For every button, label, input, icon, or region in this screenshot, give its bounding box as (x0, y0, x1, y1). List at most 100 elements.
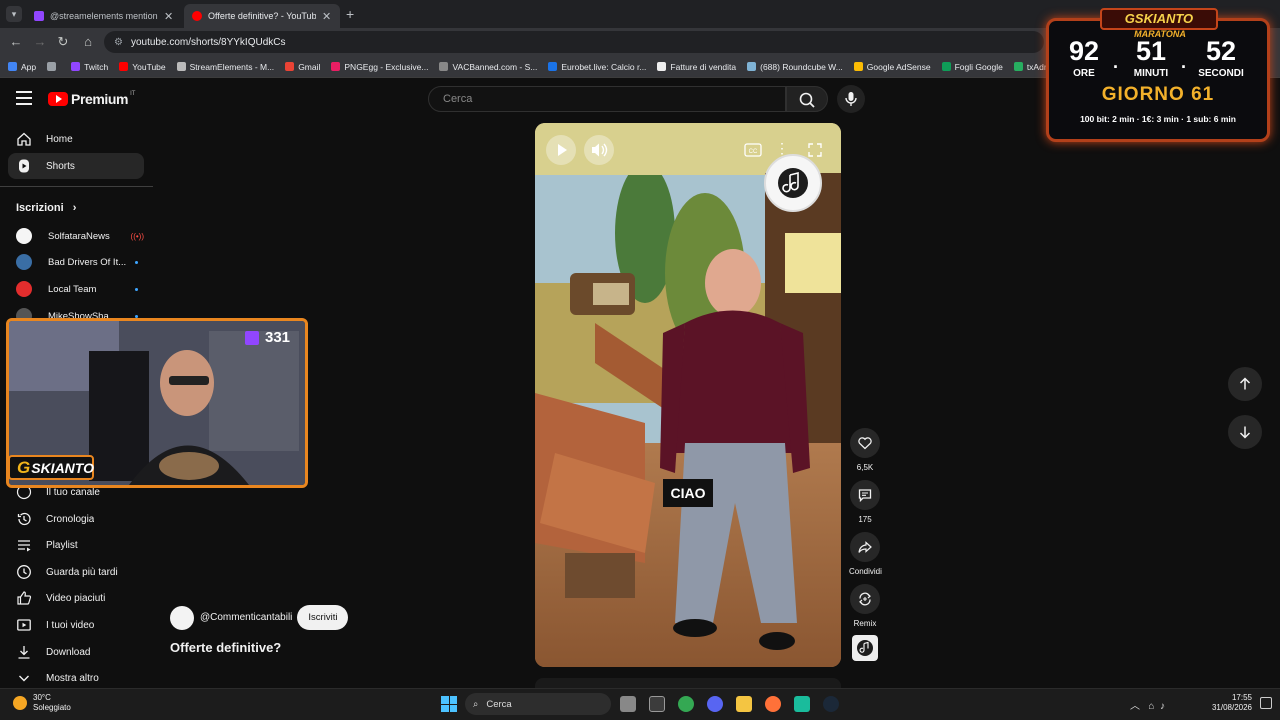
sidebar-item-history[interactable]: Cronologia (8, 506, 144, 532)
volume-icon (592, 143, 608, 157)
bookmark-item[interactable]: Twitch (71, 62, 108, 72)
forward-icon[interactable]: → (32, 34, 48, 50)
sidebar-item-label: Guarda più tardi (46, 566, 118, 578)
previous-short-button[interactable] (1228, 367, 1262, 401)
back-icon[interactable]: ← (8, 34, 24, 50)
bookmark-item[interactable]: Eurobet.live: Calcio r... (548, 62, 646, 72)
bookmark-label: Twitch (84, 61, 109, 72)
short-channel-row: @Commenticantabili Iscriviti (170, 605, 349, 630)
weather-temp: 30°C (33, 693, 51, 702)
taskbar-search-box[interactable]: ⌕ Cerca (465, 693, 611, 715)
sidebar-item-label: Shorts (46, 160, 75, 172)
subscriptions-heading[interactable]: Iscrizioni › (16, 202, 76, 214)
home-icon[interactable]: ⌂ (80, 34, 96, 50)
file-explorer-icon[interactable] (736, 696, 752, 712)
search-button[interactable] (786, 86, 828, 112)
subscription-name: Local Team (48, 283, 97, 295)
steam-icon[interactable] (823, 696, 839, 712)
discord-icon[interactable] (707, 696, 723, 712)
microphone-icon (845, 92, 857, 106)
tab-youtube[interactable]: Offerte definitive? - YouTube ✕ (184, 4, 340, 28)
bookmark-label: Google AdSense (866, 61, 931, 72)
audio-track-thumbnail[interactable] (852, 635, 878, 661)
sidebar-item-shorts[interactable]: Shorts (8, 153, 144, 179)
bookmark-item[interactable]: App (8, 62, 36, 72)
remix-button[interactable]: Remix (849, 584, 881, 628)
volume-button[interactable] (584, 135, 614, 165)
subtitles-button[interactable]: CC (739, 140, 767, 160)
subscription-item[interactable]: Bad Drivers Of It... (16, 254, 144, 270)
bookmark-item[interactable]: Fatture di vendita (657, 62, 736, 72)
sidebar-item-liked-videos[interactable]: Video piaciuti (8, 585, 144, 611)
search-input[interactable]: Cerca (428, 86, 786, 112)
tab-title: @streamelements mention (50, 11, 158, 21)
address-bar[interactable]: ⚙ youtube.com/shorts/8YYkIQUdkCs (104, 31, 1044, 53)
voice-search-button[interactable] (837, 85, 865, 113)
youtube-premium-logo[interactable]: Premium IT (48, 91, 135, 107)
bookmark-item[interactable]: VACBanned.com - S... (439, 62, 537, 72)
share-button[interactable]: Condividi (849, 532, 882, 576)
channel-handle[interactable]: @Commenticantabili (200, 612, 292, 623)
reload-icon[interactable]: ↻ (55, 34, 71, 50)
bookmark-item[interactable]: PNGEgg - Exclusive... (331, 62, 428, 72)
live-indicator-icon: ((•)) (130, 231, 144, 241)
firefox-icon[interactable] (765, 696, 781, 712)
like-button[interactable]: 6,5K (849, 428, 881, 472)
streamer-name-tag: G SKIANTO (8, 455, 94, 480)
app-icon[interactable] (794, 696, 810, 712)
task-view-icon[interactable] (620, 696, 636, 712)
menu-icon[interactable] (16, 91, 32, 105)
chevron-up-icon[interactable]: ︿ (1130, 701, 1140, 712)
tab-streamelements[interactable]: @streamelements mention ✕ (26, 4, 182, 28)
bookmark-item[interactable]: YouTube (119, 61, 166, 72)
tab-close-icon[interactable]: ✕ (164, 10, 173, 23)
playlist-icon (16, 537, 32, 553)
bookmark-item[interactable]: (688) Roundcube W... (747, 62, 843, 72)
new-tab-button[interactable]: + (346, 6, 354, 22)
sidebar-item-watch-later[interactable]: Guarda più tardi (8, 559, 144, 585)
bookmark-item[interactable] (47, 62, 60, 71)
tab-search-button[interactable]: ▾ (6, 6, 22, 22)
short-title[interactable]: Offerte definitive? (170, 640, 281, 655)
network-icon[interactable]: ⌂ (1148, 701, 1154, 712)
bookmark-item[interactable]: Fogli Google (941, 62, 1003, 72)
comments-button[interactable]: 175 (849, 480, 881, 524)
bookmark-favicon-icon (47, 62, 57, 71)
channel-avatar[interactable] (170, 605, 194, 630)
liked-icon (16, 590, 32, 606)
sidebar-item-download[interactable]: Download (8, 639, 144, 665)
subscription-item[interactable]: SolfataraNews ((•)) (16, 228, 144, 244)
subscribe-button[interactable]: Iscriviti (297, 605, 349, 630)
sidebar-item-home[interactable]: Home (8, 126, 144, 152)
volume-icon[interactable]: ♪ (1160, 701, 1165, 712)
bookmark-item[interactable]: Google AdSense (853, 61, 931, 72)
bookmark-label: PNGEgg - Exclusive... (344, 61, 429, 72)
sidebar-item-label: Mostra altro (46, 672, 99, 684)
sidebar-item-your-videos[interactable]: I tuoi video (8, 612, 144, 638)
tab-close-icon[interactable]: ✕ (322, 10, 331, 23)
your-videos-icon (16, 617, 32, 633)
arrow-down-icon (1239, 426, 1251, 439)
start-button-icon[interactable] (441, 696, 457, 712)
sidebar-item-label: Download (46, 646, 91, 658)
share-label: Condividi (849, 567, 882, 576)
next-short-button[interactable] (1228, 415, 1262, 449)
notifications-icon[interactable] (1260, 697, 1272, 709)
play-button[interactable] (546, 135, 576, 165)
channel-watermark-logo (764, 154, 822, 212)
bookmark-favicon-icon (285, 62, 295, 71)
sidebar-item-playlist[interactable]: Playlist (8, 532, 144, 558)
store-icon[interactable] (649, 696, 665, 712)
bookmark-item[interactable]: StreamElements - M... (176, 62, 274, 72)
system-tray[interactable]: ︿ ⌂ ♪ (1130, 697, 1165, 712)
timer-seconds-label: SECONDI (1198, 68, 1244, 79)
bookmark-favicon-icon (1013, 62, 1023, 71)
weather-widget[interactable]: 30°C Soleggiato (13, 693, 71, 713)
site-info-icon[interactable]: ⚙ (114, 37, 123, 48)
bookmark-item[interactable]: Gmail (285, 62, 320, 72)
taskbar-clock[interactable]: 17:55 31/08/2026 (1206, 693, 1252, 713)
avatar (16, 228, 32, 244)
bookmark-label: YouTube (132, 61, 166, 72)
subscription-item[interactable]: Local Team (16, 281, 144, 297)
chrome-icon[interactable] (678, 696, 694, 712)
